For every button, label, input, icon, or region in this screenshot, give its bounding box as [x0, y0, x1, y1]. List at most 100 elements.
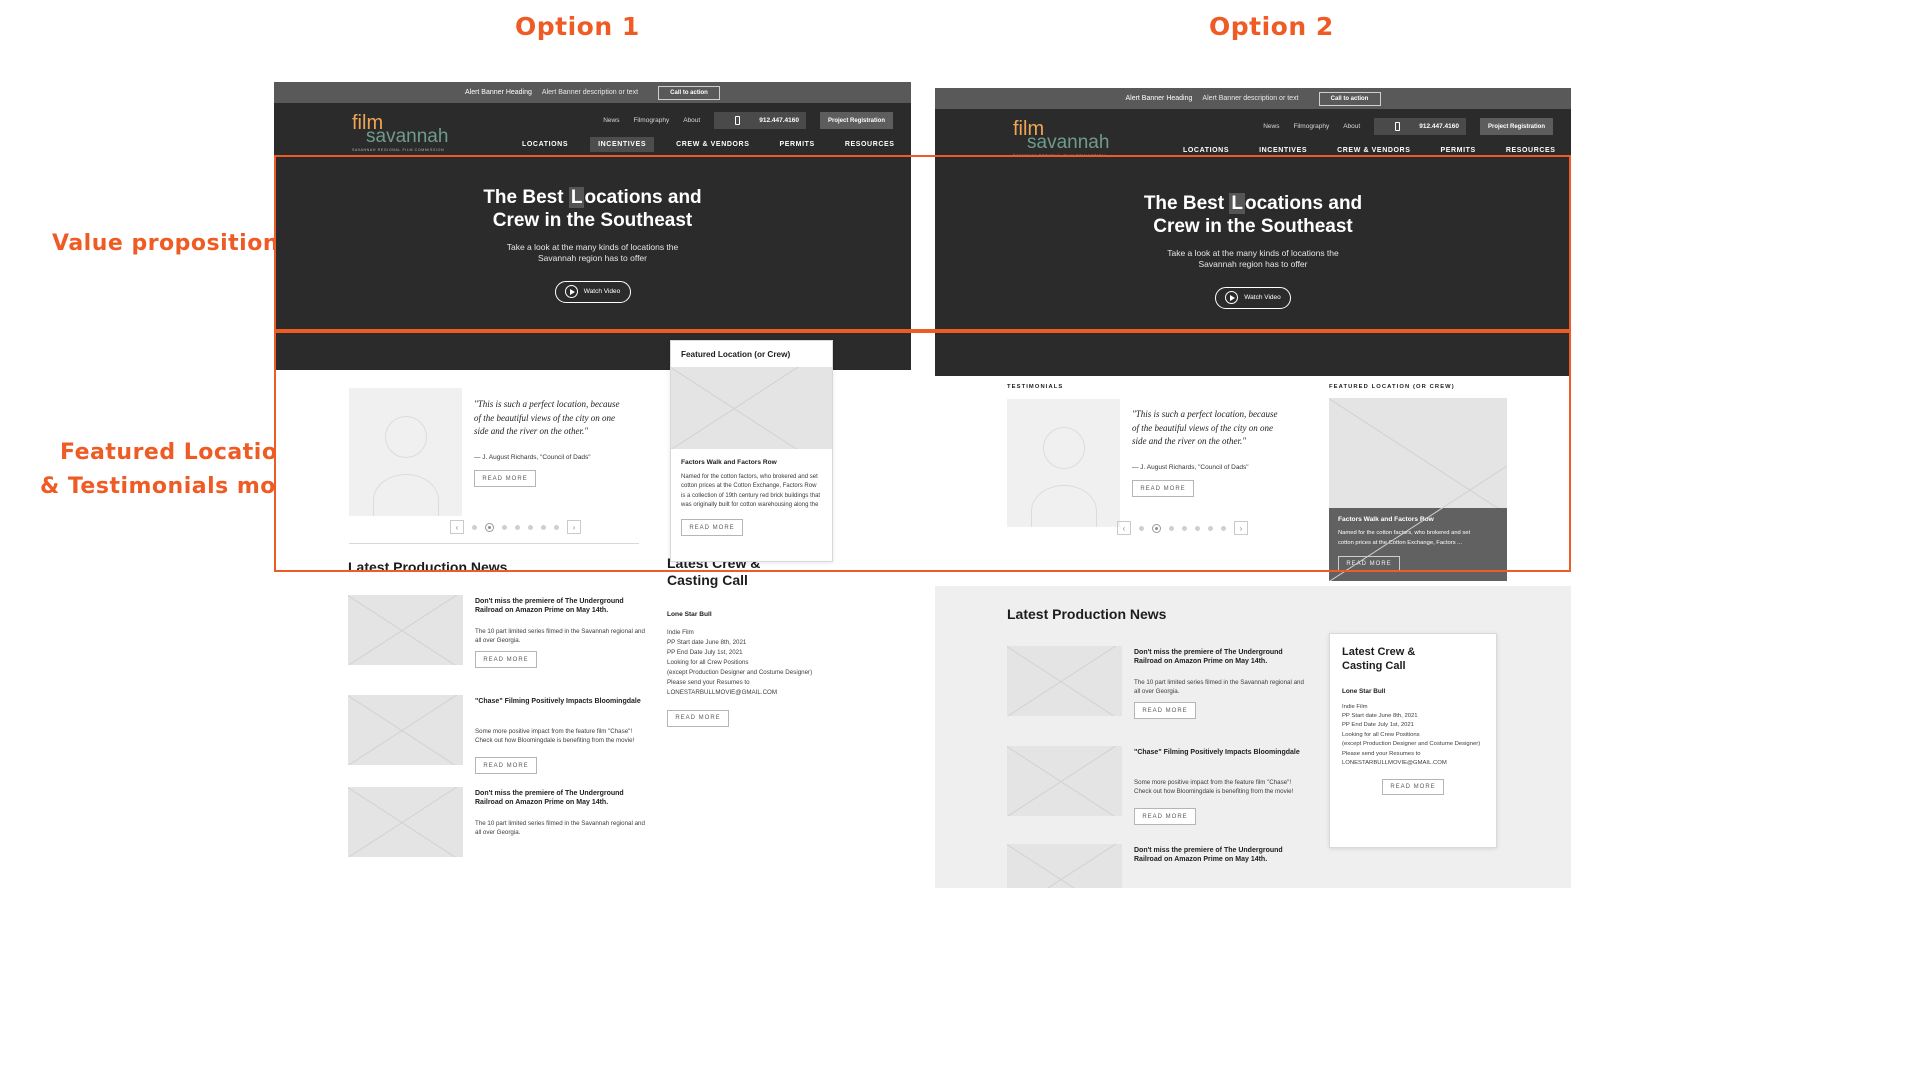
utility-nav-item-filmography[interactable]: Filmography — [633, 117, 669, 124]
featured-location-block-option-2: FEATURED LOCATION (OR CREW) Factors Walk… — [1329, 384, 1507, 581]
annotation-featured-line-2: & Testimonials modules — [40, 474, 346, 499]
utility-nav-item-filmography-option-2[interactable]: Filmography — [1293, 123, 1329, 130]
featured-overlay-body-line-2: cotton prices at the Cotton Exchange, Fa… — [1338, 539, 1463, 546]
site-logo-option-2[interactable]: film savannah SAVANNAH REGIONAL FILM COM… — [1013, 119, 1109, 158]
carousel-next-button-option-2[interactable]: › — [1234, 521, 1248, 535]
featured-overlay-caption: Factors Walk and Factors Row Named for t… — [1329, 508, 1507, 581]
annotation-option-1: Option 1 — [515, 12, 640, 41]
featured-card-read-more-button[interactable]: READ MORE — [681, 519, 743, 537]
carousel-dot-5-option-2[interactable] — [1195, 525, 1200, 531]
testimonial-read-more-button[interactable]: READ MORE — [474, 470, 536, 487]
utility-nav-item-about[interactable]: About — [683, 117, 700, 124]
news-image-placeholder-1 — [348, 595, 463, 665]
news-image-placeholder-3-option-2 — [1007, 844, 1122, 888]
testimonial-read-more-button-option-2[interactable]: READ MORE — [1132, 480, 1194, 497]
phone-pill[interactable]: 912.447.4160 — [714, 112, 806, 129]
phone-pill-option-2[interactable]: 912.447.4160 — [1374, 118, 1466, 135]
carousel-dot-7-option-2[interactable] — [1221, 525, 1226, 531]
carousel-prev-button-option-2[interactable]: ‹ — [1117, 521, 1131, 535]
utility-nav-item-about-option-2[interactable]: About — [1343, 123, 1360, 130]
watch-video-button-option-2[interactable]: Watch Video — [1215, 286, 1291, 309]
news-item-3-title[interactable]: Don't miss the premiere of The Undergrou… — [475, 789, 650, 807]
casting-read-more-button[interactable]: READ MORE — [667, 709, 729, 727]
project-registration-button[interactable]: Project Registration — [819, 112, 893, 129]
avatar-body-shape-option-2 — [1031, 485, 1097, 527]
testimonial-quote: "This is such a perfect location, becaus… — [474, 398, 674, 439]
casting-detail-5: (except Production Designer and Costume … — [667, 668, 813, 676]
testimonial-avatar-placeholder-option-2 — [1007, 399, 1120, 527]
logo-savannah-text: savannah — [366, 126, 449, 147]
news-item-2-read-more-button[interactable]: READ MORE — [475, 757, 537, 774]
hero-subtitle-line-1-option-2: Take a look at the many kinds of locatio… — [1167, 247, 1339, 258]
main-nav-item-permits-option-2[interactable]: PERMITS — [1432, 143, 1483, 158]
carousel-next-button[interactable]: › — [567, 520, 581, 534]
utility-nav-item-news[interactable]: News — [603, 117, 619, 124]
carousel-dot-6-option-2[interactable] — [1208, 525, 1213, 531]
casting-detail-6-option-2: Please send your Resumes to — [1342, 750, 1421, 757]
news-item-1-read-more-button-option-2[interactable]: READ MORE — [1134, 702, 1196, 719]
carousel-dot-4-option-2[interactable] — [1182, 525, 1187, 531]
hero-title-line-2: Crew in the Southeast — [492, 209, 693, 231]
main-nav-item-resources-option-2[interactable]: RESOURCES — [1498, 143, 1564, 158]
quote-line-3: side and the river on the other." — [474, 426, 589, 436]
watch-video-label: Watch Video — [583, 288, 621, 296]
carousel-dot-4[interactable] — [515, 524, 520, 530]
featured-overlay-read-more-button[interactable]: READ MORE — [1338, 556, 1400, 571]
news-item-1-title[interactable]: Don't miss the premiere of The Undergrou… — [475, 597, 650, 615]
casting-title-line-2-option-2: Casting Call — [1342, 659, 1406, 672]
news-item-2-read-more-button-option-2[interactable]: READ MORE — [1134, 808, 1196, 825]
news-item-1-title-option-2[interactable]: Don't miss the premiere of The Undergrou… — [1134, 648, 1309, 666]
site-logo[interactable]: film savannah SAVANNAH REGIONAL FILM COM… — [352, 113, 448, 152]
main-nav-item-permits[interactable]: PERMITS — [771, 137, 822, 152]
main-nav-item-incentives[interactable]: INCENTIVES — [590, 137, 655, 152]
mobile-phone-icon-option-2 — [1395, 122, 1401, 131]
alert-banner-description: Alert Banner description or text — [541, 89, 639, 96]
news-image-placeholder-3 — [348, 787, 463, 857]
casting-read-more-button-option-2[interactable]: READ MORE — [1382, 778, 1444, 795]
alert-cta-button-option-2[interactable]: Call to action — [1318, 91, 1381, 106]
casting-detail-3: PP End Date July 1st, 2021 — [667, 648, 743, 656]
casting-detail-4-option-2: Looking for all Crew Positions — [1342, 731, 1420, 738]
main-nav-item-locations-option-2[interactable]: LOCATIONS — [1175, 143, 1237, 158]
carousel-dot-6[interactable] — [541, 524, 546, 530]
carousel-dot-2-active[interactable] — [485, 522, 494, 532]
main-nav-item-resources[interactable]: RESOURCES — [837, 137, 903, 152]
carousel-dot-3-option-2[interactable] — [1169, 525, 1174, 531]
carousel-prev-button[interactable]: ‹ — [450, 520, 464, 534]
carousel-dot-1-option-2[interactable] — [1139, 525, 1144, 531]
utility-nav-item-news-option-2[interactable]: News — [1263, 123, 1279, 130]
carousel-dot-1[interactable] — [472, 524, 477, 530]
project-registration-button-option-2[interactable]: Project Registration — [1479, 118, 1553, 135]
hero-title-line-2-option-2: Crew in the Southeast — [1153, 215, 1353, 237]
casting-detail-2: PP Start date June 8th, 2021 — [667, 638, 747, 646]
mobile-phone-icon — [735, 116, 741, 125]
news-item-2-title-option-2[interactable]: "Chase" Filming Positively Impacts Bloom… — [1134, 748, 1309, 757]
hero-title-line-1-option-2: The Best Locations and — [1143, 193, 1363, 215]
news-item-2-title[interactable]: "Chase" Filming Positively Impacts Bloom… — [475, 697, 650, 706]
testimonial-avatar-placeholder — [349, 388, 462, 516]
hero-section-option-2: The Best Locations and Crew in the South… — [935, 164, 1571, 338]
news-item-3-title-option-2[interactable]: Don't miss the premiere of The Undergrou… — [1134, 846, 1309, 864]
quote-line-1-option-2: "This is such a perfect location, becaus… — [1132, 409, 1278, 419]
watch-video-button[interactable]: Watch Video — [554, 280, 631, 303]
carousel-dot-5[interactable] — [528, 524, 533, 530]
main-nav-item-incentives-option-2[interactable]: INCENTIVES — [1251, 143, 1315, 158]
carousel-dot-2-active-option-2[interactable] — [1152, 523, 1161, 533]
news-image-placeholder-2-option-2 — [1007, 746, 1122, 816]
main-nav-item-crew-vendors[interactable]: CREW & VENDORS — [668, 137, 757, 152]
alert-banner-heading-option-2: Alert Banner Heading — [1125, 95, 1193, 102]
news-image-placeholder-1-option-2 — [1007, 646, 1122, 716]
main-nav-item-crew-vendors-option-2[interactable]: CREW & VENDORS — [1329, 143, 1418, 158]
alert-cta-button[interactable]: Call to action — [658, 85, 721, 100]
casting-detail-6: Please send your Resumes to — [667, 678, 750, 686]
play-icon-option-2 — [1225, 291, 1239, 305]
news-item-1-read-more-button[interactable]: READ MORE — [475, 651, 537, 668]
featured-card-body: Named for the cotton factors, who broker… — [681, 474, 821, 508]
main-nav-item-locations[interactable]: LOCATIONS — [514, 137, 576, 152]
avatar-head-shape-option-2 — [1043, 427, 1085, 469]
testimonial-attribution: — J. August Richards, "Council of Dads" — [474, 454, 591, 461]
carousel-dot-7[interactable] — [554, 524, 559, 530]
logo-subtitle-option-2: SAVANNAH REGIONAL FILM COMMISSION — [1013, 154, 1106, 158]
carousel-dot-3[interactable] — [502, 524, 507, 530]
hero-lower-band-option-2 — [935, 338, 1571, 376]
